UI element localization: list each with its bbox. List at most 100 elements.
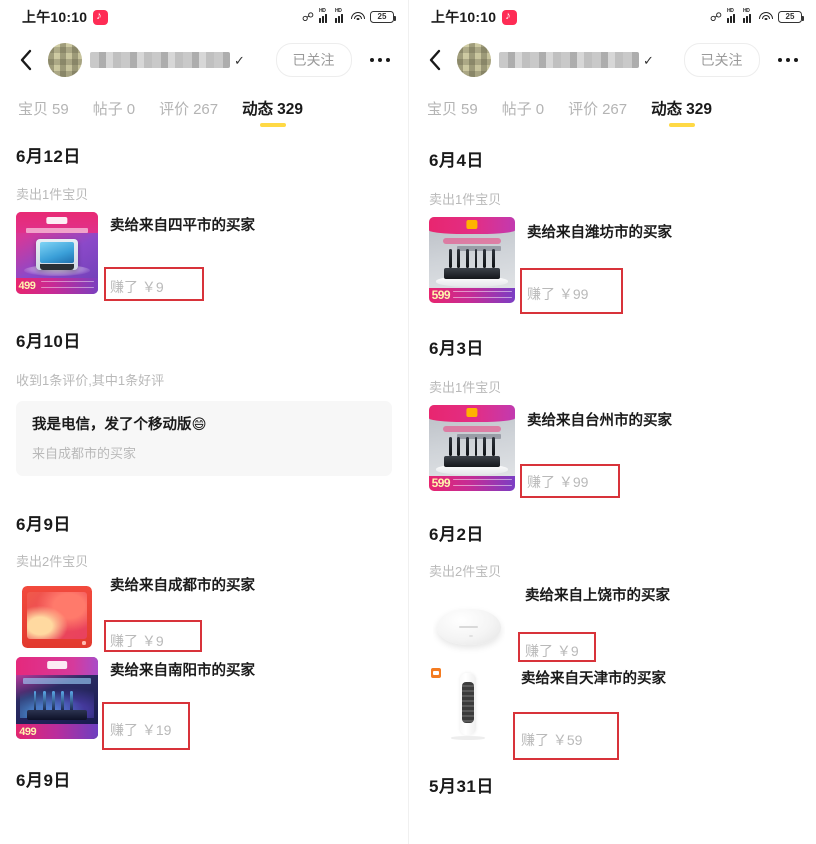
tab-pingjia-count: 267 [602, 101, 628, 118]
feed-section: 6月4日 卖出1件宝贝 599 卖给来自潍坊市的买家 赚了 ￥99 [409, 126, 816, 314]
right-screen: 上午10:10 ☍ HD HD 25 [408, 0, 816, 844]
tab-pingjia-label: 评价 [568, 101, 599, 118]
battery-level: 25 [785, 12, 795, 21]
tab-pingjia[interactable]: 评价 267 [159, 98, 218, 126]
tab-active-underline [668, 123, 695, 127]
profit-wrap: 赚了 ￥9 [104, 620, 408, 653]
sale-item[interactable]: 599 卖给来自台州市的买家 赚了 ￥99 [429, 405, 816, 498]
tab-tiezi-count: 0 [535, 101, 545, 118]
battery-level: 25 [377, 12, 387, 21]
tab-tiezi-label: 帖子 [501, 101, 532, 118]
follow-button[interactable]: 已关注 [683, 43, 760, 77]
battery-icon: 25 [370, 11, 396, 23]
profit-wrap: 赚了 ￥9 [104, 267, 408, 301]
hd-label-1: HD [727, 7, 734, 14]
username-masked [90, 52, 230, 68]
status-bar-left: 上午10:10 [431, 7, 518, 27]
tab-baobei-count: 59 [52, 101, 69, 118]
section-date: 6月12日 [16, 147, 81, 166]
back-arrow-icon[interactable] [419, 45, 449, 75]
more-options-icon[interactable] [768, 50, 803, 71]
tab-dongtai[interactable]: 动态 329 [242, 97, 303, 127]
tab-dongtai-count: 329 [686, 101, 712, 118]
username[interactable]: ✓ [90, 51, 268, 69]
buyer-label: 卖给来自成都市的买家 [110, 578, 255, 595]
profit-wrap: 赚了 ￥9 [518, 632, 816, 662]
status-bar-right: ☍ HD HD 25 [302, 8, 396, 23]
product-thumbnail-red-tablet[interactable] [22, 586, 92, 649]
tab-dongtai-label: 动态 [242, 101, 274, 118]
avatar[interactable] [457, 43, 491, 77]
tab-baobei[interactable]: 宝贝 59 [18, 98, 69, 126]
profit-label: 赚了 ￥9 [110, 279, 164, 295]
tab-pingjia[interactable]: 评价 267 [568, 98, 627, 126]
signal-icon-1: HD [727, 8, 738, 23]
section-summary: 卖出1件宝贝 [429, 380, 502, 395]
nav-bar: ✓ 已关注 [409, 34, 816, 86]
activity-feed-right: 6月4日 卖出1件宝贝 599 卖给来自潍坊市的买家 赚了 ￥99 6月3日 卖… [409, 126, 816, 797]
back-arrow-icon[interactable] [10, 45, 40, 75]
profit-label: 赚了 ￥9 [525, 643, 579, 659]
tab-dongtai[interactable]: 动态 329 [651, 97, 712, 127]
feed-section: 5月31日 [409, 750, 816, 797]
feed-section: 6月3日 卖出1件宝贝 599 卖给来自台州市的买家 赚了 ￥99 [409, 304, 816, 498]
tab-tiezi[interactable]: 帖子 0 [502, 98, 544, 126]
profile-tabs: 宝贝 59 帖子 0 评价 267 动态 329 [409, 86, 816, 127]
username[interactable]: ✓ [499, 51, 676, 69]
buyer-label: 卖给来自台州市的买家 [527, 413, 672, 429]
sale-item[interactable]: 499 卖给来自南阳市的买家 赚了 ￥19 [16, 657, 408, 751]
sale-item-text: 卖给来自成都市的买家 赚了 ￥9 [104, 574, 408, 653]
product-price-tag: 499 [18, 280, 36, 293]
profit-label: 赚了 ￥19 [110, 722, 172, 739]
mi-brand-badge-icon [430, 668, 442, 678]
avatar[interactable] [48, 43, 82, 77]
wifi-icon [351, 11, 365, 23]
review-card[interactable]: 我是电信，发了个移动版😄 来自成都市的买家 [16, 401, 392, 477]
product-thumbnail-white-puck[interactable] [433, 594, 505, 660]
sale-item[interactable]: 卖给来自天津市的买家 赚了 ￥59 [429, 663, 816, 760]
profit-label: 赚了 ￥99 [527, 474, 589, 490]
product-thumbnail-router-ad[interactable]: 499 [16, 657, 98, 740]
more-options-icon[interactable] [360, 50, 395, 71]
tab-dongtai-count: 329 [277, 101, 303, 118]
section-summary: 收到1条评价,其中1条好评 [16, 373, 165, 388]
battery-icon: 25 [778, 11, 804, 23]
profit-label: 赚了 ￥9 [110, 633, 164, 650]
product-thumbnail-router-599[interactable]: 599 [429, 217, 515, 303]
product-thumbnail-tower-fan[interactable] [429, 663, 507, 749]
douyin-music-icon [502, 8, 518, 25]
product-thumbnail-smart-display[interactable]: 499 [16, 212, 98, 294]
product-thumbnail-router-599[interactable]: 599 [429, 405, 515, 491]
follow-button[interactable]: 已关注 [275, 43, 352, 77]
tab-tiezi[interactable]: 帖子 0 [93, 98, 135, 126]
profit-wrap: 赚了 ￥19 [102, 702, 408, 751]
tab-pingjia-count: 267 [193, 101, 219, 118]
sale-item[interactable]: 卖给来自上饶市的买家 赚了 ￥9 [429, 584, 816, 662]
sale-item-text: 卖给来自上饶市的买家 赚了 ￥9 [518, 584, 816, 662]
section-summary: 卖出1件宝贝 [16, 187, 89, 202]
profit-label: 赚了 ￥59 [521, 732, 583, 748]
hd-label-2: HD [743, 7, 750, 14]
sale-item-text: 卖给来自台州市的买家 赚了 ￥99 [520, 405, 816, 498]
buyer-label: 卖给来自四平市的买家 [110, 218, 255, 234]
profit-wrap: 赚了 ￥59 [513, 712, 816, 760]
status-bar: 上午10:10 ☍ HD HD 25 [409, 0, 816, 34]
tab-tiezi-count: 0 [126, 101, 136, 118]
feed-section: 6月10日 收到1条评价,其中1条好评 我是电信，发了个移动版😄 来自成都市的买… [0, 297, 408, 477]
sale-item[interactable]: 499 卖给来自四平市的买家 赚了 ￥9 [16, 212, 408, 301]
sale-item[interactable]: 599 卖给来自潍坊市的买家 赚了 ￥99 [429, 217, 816, 314]
signal-icon-1: HD [319, 8, 330, 23]
profile-tabs: 宝贝 59 帖子 0 评价 267 动态 329 [0, 86, 408, 127]
section-date: 6月9日 [16, 515, 71, 535]
tab-baobei-label: 宝贝 [18, 101, 49, 118]
status-bar-left: 上午10:10 [22, 7, 109, 27]
section-date: 6月10日 [16, 332, 81, 351]
sale-item-text: 卖给来自南阳市的买家 赚了 ￥19 [102, 657, 408, 751]
status-time: 上午10:10 [22, 9, 88, 25]
section-date: 6月3日 [429, 339, 484, 358]
sale-item[interactable]: 卖给来自成都市的买家 赚了 ￥9 [16, 574, 408, 653]
tab-baobei-count: 59 [461, 101, 478, 118]
tab-baobei[interactable]: 宝贝 59 [427, 98, 478, 126]
buyer-label: 卖给来自潍坊市的买家 [527, 225, 672, 241]
username-masked [499, 52, 639, 68]
